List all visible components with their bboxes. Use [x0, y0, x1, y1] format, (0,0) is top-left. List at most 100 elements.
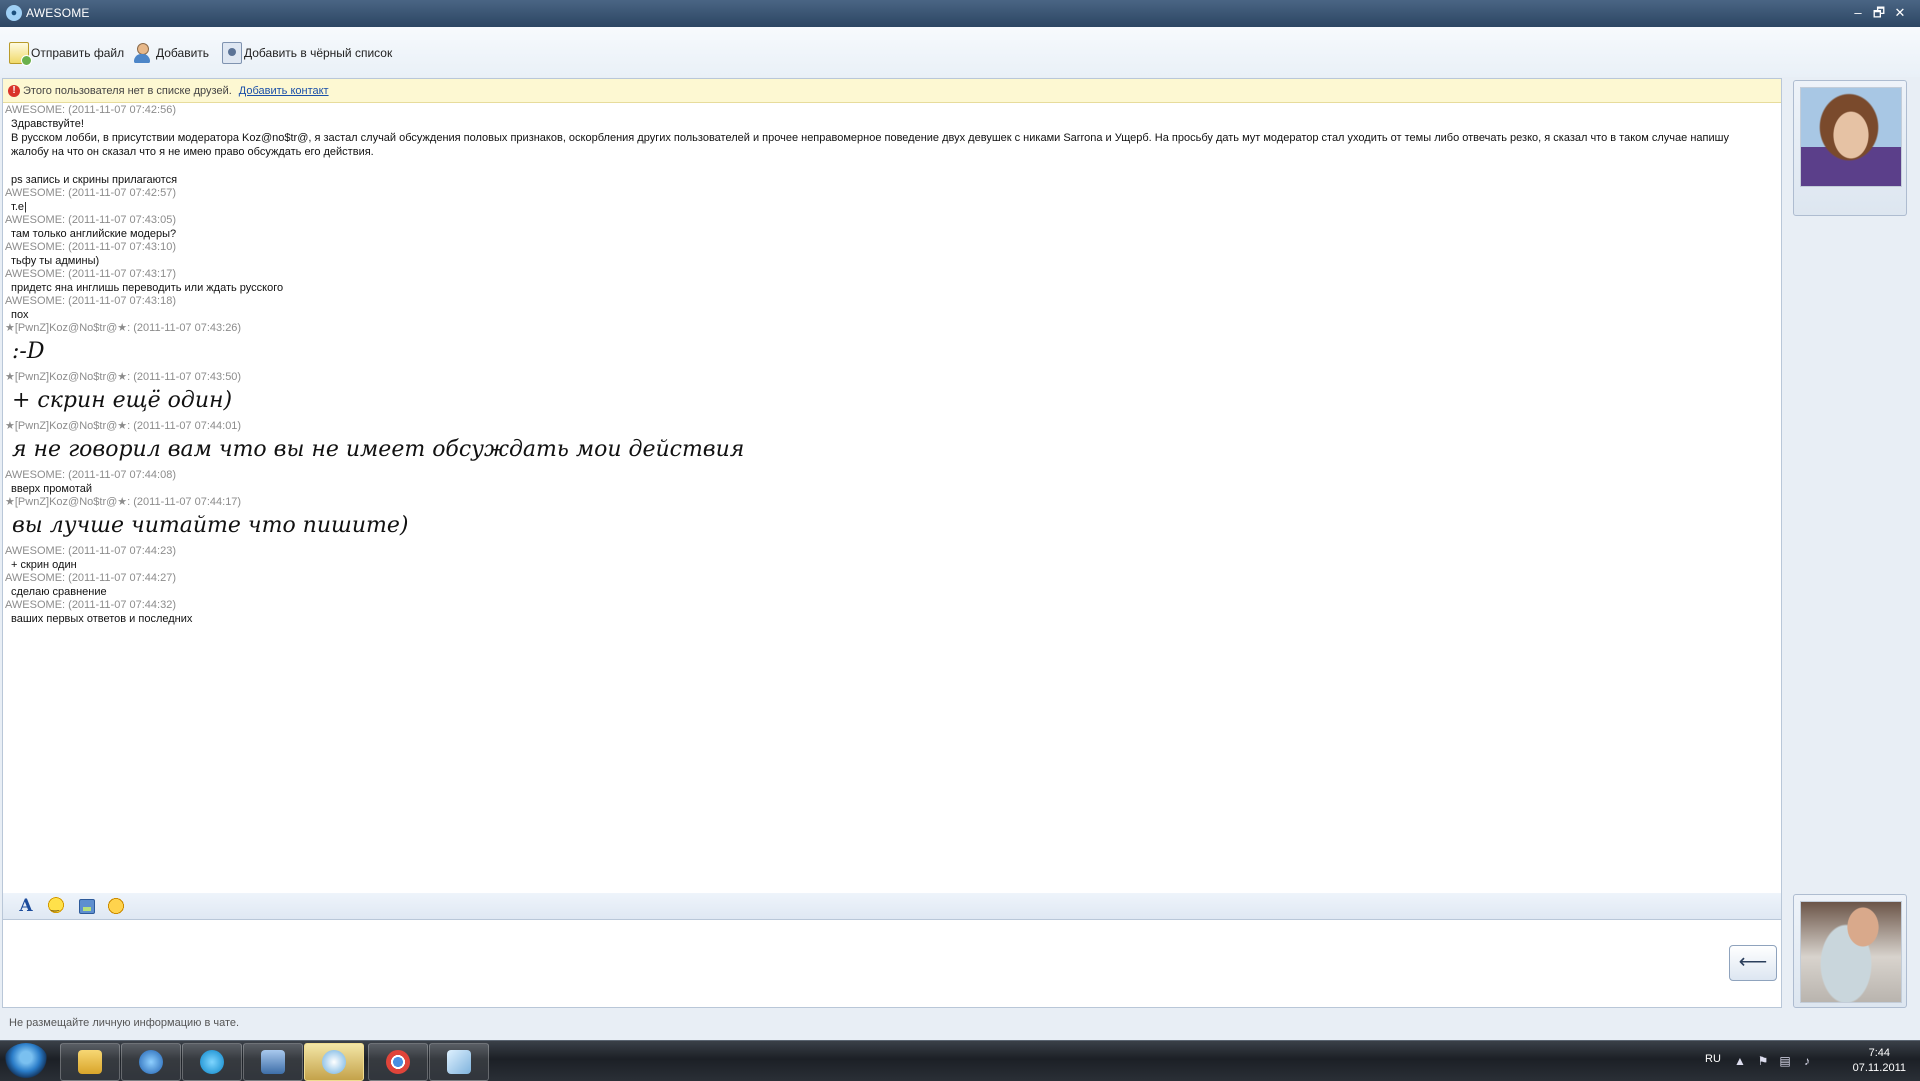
message-input[interactable]: ⟵: [2, 920, 1782, 1008]
chat-message: AWESOME: (2011-11-07 07:44:23) + скрин од…: [3, 545, 1773, 572]
message-header: AWESOME: (2011-11-07 07:44:27): [5, 572, 176, 584]
add-contact-link[interactable]: Добавить контакт: [239, 85, 329, 97]
blacklist-label: Добавить в чёрный список: [244, 46, 393, 60]
taskbar-skype[interactable]: [182, 1043, 242, 1081]
network-icon: [261, 1050, 285, 1074]
chat-message: AWESOME: (2011-11-07 07:43:05) там только…: [3, 214, 1773, 241]
add-contact-label: Добавить: [156, 46, 210, 60]
message-text: + скрин один: [11, 559, 77, 571]
chat-message: AWESOME: (2011-11-07 07:43:17) придетс ян…: [3, 268, 1773, 295]
title-bar: ● AWESOME – 🗗 ✕: [0, 0, 1920, 27]
taskbar-browser[interactable]: [121, 1043, 181, 1081]
smile-icon[interactable]: [47, 897, 65, 915]
message-text-large: + скрин ещё один): [12, 388, 233, 413]
message-header: AWESOME: (2011-11-07 07:44:23): [5, 545, 176, 557]
chat-bubble-icon: ●: [6, 5, 22, 21]
message-text: придетс яна инглишь переводить или ждать…: [11, 282, 284, 294]
taskbar-explorer[interactable]: [60, 1043, 120, 1081]
chat-message: AWESOME: (2011-11-07 07:44:08) вверх пром…: [3, 469, 1773, 496]
browser-icon: [139, 1050, 163, 1074]
send-file-button[interactable]: Отправить файл: [9, 40, 124, 66]
blacklist-button[interactable]: Добавить в чёрный список: [222, 40, 392, 66]
chat-history[interactable]: ! Этого пользователя нет в списке друзей…: [2, 78, 1782, 895]
chat-message: AWESOME: (2011-11-07 07:42:57) т.е|: [3, 187, 1773, 214]
self-avatar-frame: [1793, 894, 1907, 1008]
message-text: т.е|: [11, 201, 27, 213]
message-log: AWESOME: (2011-11-07 07:42:56) Здравствуй…: [3, 104, 1773, 626]
formatting-bar: A: [2, 893, 1782, 920]
taskbar-notepad[interactable]: [429, 1043, 489, 1081]
chat-message: AWESOME: (2011-11-07 07:43:10) тьфу ты ад…: [3, 241, 1773, 268]
minimize-button[interactable]: –: [1848, 4, 1868, 22]
image-icon[interactable]: [79, 899, 95, 914]
folder-icon: [78, 1050, 102, 1074]
message-text-large: вы лучше читайте что пишите): [12, 513, 409, 538]
message-text-large: я не говорил вам что вы не имеет обсужда…: [12, 437, 745, 462]
file-send-icon: [9, 42, 32, 66]
message-text: сделаю сравнение: [11, 586, 107, 598]
maximize-button[interactable]: 🗗: [1869, 4, 1889, 22]
toolbar: Отправить файл Добавить Добавить в чёрны…: [0, 27, 1920, 77]
notice-text: Этого пользователя нет в списке друзей.: [23, 84, 232, 97]
send-button[interactable]: ⟵: [1729, 945, 1777, 981]
message-header: ★[PwnZ]Koz@No$tr@★: (2011-11-07 07:44:01…: [5, 420, 242, 432]
chat-message: AWESOME: (2011-11-07 07:43:18) пох: [3, 295, 1773, 322]
message-header: AWESOME: (2011-11-07 07:44:32): [5, 599, 176, 611]
volume-icon[interactable]: ♪: [1800, 1054, 1814, 1068]
message-text: ваших первых ответов и последних: [11, 613, 193, 625]
message-header: AWESOME: (2011-11-07 07:43:17): [5, 268, 176, 280]
taskbar-chat-app[interactable]: [304, 1043, 364, 1081]
warning-icon: !: [8, 84, 20, 97]
chat-message: ★[PwnZ]Koz@No$tr@★: (2011-11-07 07:44:17…: [3, 496, 1773, 545]
network-tray-icon[interactable]: ▤: [1778, 1054, 1792, 1068]
chat-message: AWESOME: (2011-11-07 07:44:32) ваших перв…: [3, 599, 1773, 626]
taskbar-chrome[interactable]: [368, 1043, 428, 1081]
message-header: AWESOME: (2011-11-07 07:42:56): [5, 104, 176, 116]
chat-message: AWESOME: (2011-11-07 07:42:56) Здравствуй…: [3, 104, 1773, 187]
chat-message: ★[PwnZ]Koz@No$tr@★: (2011-11-07 07:43:26…: [3, 322, 1773, 371]
message-header: ★[PwnZ]Koz@No$tr@★: (2011-11-07 07:43:26…: [5, 322, 242, 334]
start-button[interactable]: [4, 1043, 48, 1079]
skype-icon: [200, 1050, 224, 1074]
chat-app-icon: [322, 1050, 346, 1074]
action-center-icon[interactable]: ⚑: [1756, 1054, 1770, 1068]
not-friend-notice: ! Этого пользователя нет в списке друзей…: [3, 79, 1781, 103]
chrome-icon: [386, 1050, 410, 1074]
clock-time: 7:44: [1868, 1047, 1890, 1059]
message-header: AWESOME: (2011-11-07 07:43:10): [5, 241, 176, 253]
message-text: Здравствуйте! В русском лобби, в присутс…: [11, 118, 1729, 186]
clock-date: 07.11.2011: [1852, 1062, 1906, 1074]
chat-message: AWESOME: (2011-11-07 07:44:27) сделаю сра…: [3, 572, 1773, 599]
language-indicator[interactable]: RU: [1705, 1053, 1721, 1065]
message-text: вверх промотай: [11, 483, 93, 495]
message-text-large: :-D: [12, 339, 45, 364]
message-header: ★[PwnZ]Koz@No$tr@★: (2011-11-07 07:43:50…: [5, 371, 242, 383]
message-header: AWESOME: (2011-11-07 07:43:18): [5, 295, 176, 307]
message-header: AWESOME: (2011-11-07 07:44:08): [5, 469, 176, 481]
message-header: ★[PwnZ]Koz@No$tr@★: (2011-11-07 07:44:17…: [5, 496, 242, 508]
close-button[interactable]: ✕: [1890, 4, 1910, 22]
send-file-label: Отправить файл: [31, 46, 125, 60]
message-header: AWESOME: (2011-11-07 07:42:57): [5, 187, 176, 199]
message-text: пох: [11, 309, 29, 321]
font-icon[interactable]: A: [17, 897, 35, 915]
message-text: там только английские модеры?: [11, 228, 177, 240]
add-contact-button[interactable]: Добавить: [132, 40, 209, 66]
system-clock[interactable]: 7:44 07.11.2011: [1853, 1046, 1906, 1076]
contact-avatar-frame: [1793, 80, 1907, 216]
self-avatar[interactable]: [1800, 901, 1902, 1003]
notepad-icon: [447, 1050, 471, 1074]
add-user-icon: [132, 42, 154, 64]
window-title: AWESOME: [26, 6, 90, 20]
blacklist-icon: [222, 42, 242, 64]
message-text: тьфу ты админы): [11, 255, 100, 267]
chat-message: ★[PwnZ]Koz@No$tr@★: (2011-11-07 07:44:01…: [3, 420, 1773, 469]
show-hidden-icons[interactable]: ▲: [1733, 1054, 1747, 1068]
taskbar: RU ▲ ⚑ ▤ ♪ 7:44 07.11.2011: [0, 1040, 1920, 1081]
chat-message: ★[PwnZ]Koz@No$tr@★: (2011-11-07 07:43:50…: [3, 371, 1773, 420]
message-header: AWESOME: (2011-11-07 07:43:05): [5, 214, 176, 226]
contact-avatar[interactable]: [1800, 87, 1902, 187]
privacy-hint: Не размещайте личную информацию в чате.: [9, 1017, 240, 1029]
wink-icon[interactable]: [107, 897, 125, 915]
taskbar-network[interactable]: [243, 1043, 303, 1081]
